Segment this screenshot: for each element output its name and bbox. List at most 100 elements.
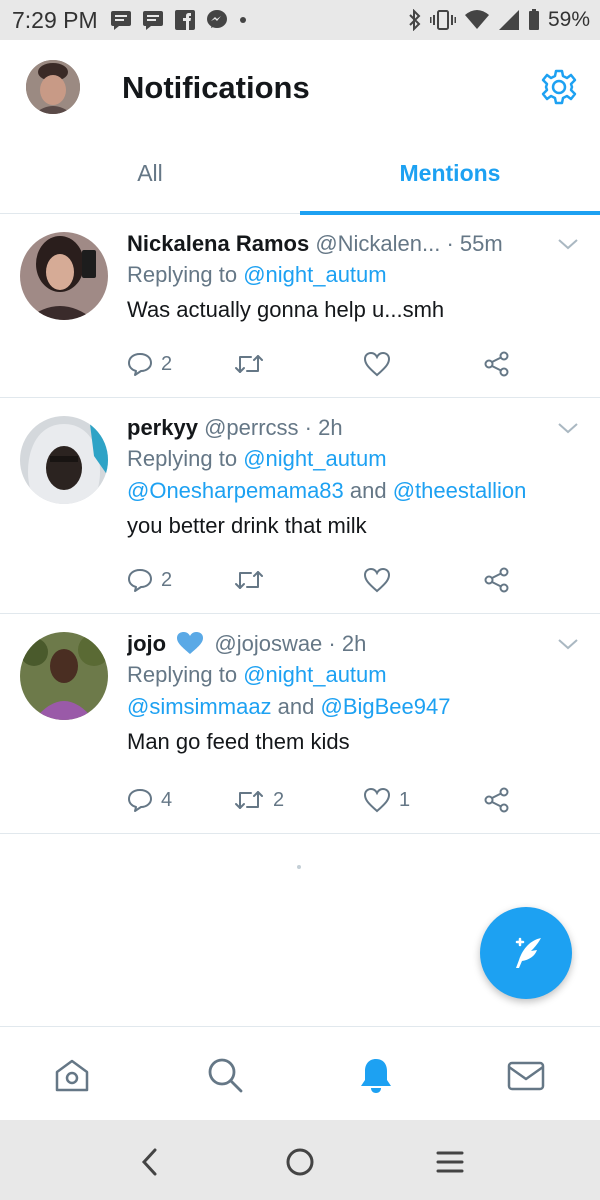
message-icon <box>142 11 163 30</box>
share-icon <box>484 567 509 593</box>
system-back-button[interactable] <box>130 1142 170 1182</box>
share-icon <box>484 787 509 813</box>
mention-link[interactable]: @BigBee947 <box>321 694 451 719</box>
system-home-button[interactable] <box>280 1142 320 1182</box>
replying-to-more: @Onesharpemama83 and @theestallion <box>127 475 567 507</box>
chevron-down-icon[interactable] <box>556 636 580 652</box>
retweet-button[interactable]: 2 <box>233 788 284 812</box>
compose-tweet-button[interactable] <box>480 907 572 999</box>
tweet-author-name[interactable]: perkyy <box>127 415 198 440</box>
menu-lines-icon <box>436 1151 464 1173</box>
tweet-time: · 2h <box>298 415 343 440</box>
reply-count: 2 <box>161 352 173 375</box>
tweet-author-handle: @perrcss <box>204 415 299 440</box>
reply-button[interactable]: 2 <box>127 351 172 377</box>
chevron-down-icon[interactable] <box>556 236 580 252</box>
like-button[interactable] <box>363 351 399 377</box>
tweet-author-name[interactable]: jojo <box>127 631 166 656</box>
share-button[interactable] <box>483 786 511 814</box>
like-button[interactable] <box>363 567 399 593</box>
page-title: Notifications <box>122 70 310 105</box>
mention-link[interactable]: @simsimmaaz <box>127 694 272 719</box>
tweet-text: Man go feed them kids <box>127 729 350 754</box>
bottom-navigation <box>0 1026 600 1120</box>
system-recents-button[interactable] <box>430 1142 470 1182</box>
system-navigation-bar <box>0 1120 600 1200</box>
reply-button[interactable]: 4 <box>127 787 172 813</box>
tweet-actions: 2 <box>127 348 527 380</box>
nav-search[interactable] <box>205 1055 245 1095</box>
tweet-author-avatar[interactable] <box>20 416 108 504</box>
reply-count: 2 <box>161 568 173 591</box>
tweet-text: you better drink that milk <box>127 513 367 538</box>
mention-and: and <box>271 694 321 719</box>
tweet-item[interactable]: perkyy @perrcss · 2h Replying to @night_… <box>0 398 600 614</box>
replying-label: Replying to <box>127 262 244 287</box>
heart-icon <box>363 787 391 813</box>
wifi-icon <box>464 10 489 29</box>
tweet-content: perkyy @perrcss · 2h Replying to @night_… <box>127 413 567 543</box>
heart-icon <box>363 567 391 593</box>
replying-label: Replying to <box>127 662 244 687</box>
settings-button[interactable] <box>540 68 578 106</box>
reply-icon <box>128 789 152 812</box>
retweet-button[interactable] <box>233 352 273 376</box>
replying-label: Replying to <box>127 446 244 471</box>
tweet-header: perkyy @perrcss · 2h <box>127 413 567 443</box>
messenger-icon <box>206 10 227 28</box>
nav-home[interactable] <box>52 1055 92 1095</box>
status-time: 7:29 PM <box>12 6 98 33</box>
compose-feather-icon <box>515 937 541 968</box>
replying-to-more: @simsimmaaz and @BigBee947 <box>127 691 567 723</box>
back-chevron-icon <box>141 1148 157 1176</box>
tweet-author-avatar[interactable] <box>20 232 108 320</box>
profile-avatar[interactable] <box>26 60 80 114</box>
mention-and: and <box>343 478 393 503</box>
share-button[interactable] <box>483 350 511 378</box>
status-notification-icons <box>110 9 248 31</box>
mention-link[interactable]: @night_autum <box>243 262 386 287</box>
tweet-author-avatar[interactable] <box>20 632 108 720</box>
notifications-icon <box>361 1059 391 1093</box>
status-right: 59% <box>408 8 590 32</box>
tweet-item[interactable]: jojo @jojoswae · 2h Replying to @night_a… <box>0 614 600 834</box>
like-count: 1 <box>399 788 411 811</box>
message-icon <box>110 11 131 30</box>
chevron-down-icon[interactable] <box>556 420 580 436</box>
retweet-icon <box>235 571 263 589</box>
nav-messages[interactable] <box>506 1055 546 1095</box>
share-button[interactable] <box>483 566 511 594</box>
tweet-actions: 4 2 1 <box>127 784 527 816</box>
gear-icon <box>541 69 577 105</box>
tweet-content: jojo @jojoswae · 2h Replying to @night_a… <box>127 629 567 759</box>
tab-all[interactable]: All <box>0 132 300 214</box>
replying-to: Replying to @night_autum <box>127 259 567 291</box>
retweet-count: 2 <box>273 788 285 811</box>
mention-link[interactable]: @theestallion <box>393 478 527 503</box>
tweet-actions: 2 <box>127 564 527 596</box>
share-icon <box>484 351 509 377</box>
reply-icon <box>128 569 152 592</box>
reply-button[interactable]: 2 <box>127 567 172 593</box>
battery-icon <box>528 9 539 30</box>
tweet-text: Was actually gonna help u...smh <box>127 297 445 322</box>
messages-icon <box>507 1061 545 1091</box>
mention-link[interactable]: @night_autum <box>243 662 386 687</box>
tweet-header: Nickalena Ramos @Nickalen... · 55m <box>127 229 567 259</box>
heart-filled-icon <box>177 632 204 654</box>
dot-icon <box>239 17 246 23</box>
tweet-item[interactable]: Nickalena Ramos @Nickalen... · 55m Reply… <box>0 214 600 398</box>
vibrate-icon <box>429 10 456 30</box>
reply-count: 4 <box>161 788 173 811</box>
loading-indicator <box>297 865 301 869</box>
nav-notifications[interactable] <box>356 1055 396 1095</box>
like-button[interactable]: 1 <box>363 787 410 813</box>
tweet-author-name[interactable]: Nickalena Ramos <box>127 231 309 256</box>
mention-link[interactable]: @Onesharpemama83 <box>127 478 344 503</box>
status-bar: 7:29 PM 59% <box>0 0 600 40</box>
retweet-button[interactable] <box>233 568 273 592</box>
tab-mentions[interactable]: Mentions <box>300 132 600 215</box>
mention-link[interactable]: @night_autum <box>243 446 386 471</box>
heart-icon <box>363 351 391 377</box>
tweet-header: jojo @jojoswae · 2h <box>127 629 567 659</box>
